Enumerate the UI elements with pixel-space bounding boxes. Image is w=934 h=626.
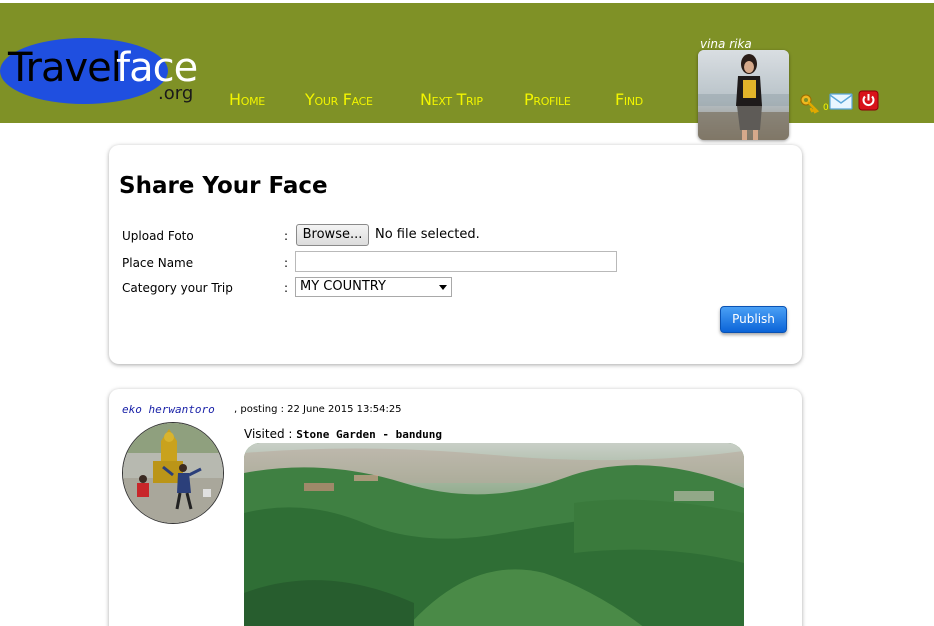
category-select[interactable]: MY COUNTRY — [295, 277, 452, 297]
power-icon[interactable] — [858, 90, 879, 111]
page-title: Share Your Face — [119, 173, 328, 199]
visited-line: Visited : Stone Garden - bandung — [244, 427, 442, 441]
post-timestamp: , posting : 22 June 2015 13:54:25 — [234, 404, 402, 415]
post-photo[interactable] — [244, 443, 744, 626]
nav-your-face[interactable]: Your Face — [305, 89, 373, 111]
mail-icon[interactable] — [829, 91, 853, 111]
logo-text-org: .org — [158, 83, 194, 104]
post-author-link[interactable]: eko herwantoro — [122, 403, 215, 416]
publish-button[interactable]: Publish — [720, 306, 787, 333]
visited-label: Visited : — [244, 427, 297, 441]
nav-profile[interactable]: Profile — [524, 89, 571, 111]
nav-find[interactable]: Find — [615, 89, 643, 111]
header-bar: Travel face .org Home Your Face Next Tri… — [0, 3, 934, 123]
place-name-label: Place Name — [122, 256, 194, 270]
logo-text-travel: Travel — [8, 45, 122, 91]
user-name[interactable]: vina rika — [700, 37, 752, 51]
file-status-text: No file selected. — [375, 227, 480, 242]
browse-button[interactable]: Browse... — [296, 224, 369, 246]
nav-next-trip[interactable]: Next Trip — [420, 89, 483, 111]
notification-count: 0 — [823, 103, 829, 113]
user-avatar[interactable] — [698, 50, 789, 140]
upload-foto-label: Upload Foto — [122, 229, 194, 243]
field-separator: : — [284, 256, 289, 270]
post-card: eko herwantoro , posting : 22 June 2015 … — [109, 389, 802, 626]
category-label: Category your Trip — [122, 281, 233, 295]
site-logo[interactable]: Travel face .org — [0, 36, 205, 108]
field-separator: : — [284, 281, 289, 295]
category-selected-value: MY COUNTRY — [300, 279, 386, 294]
chevron-down-icon — [439, 285, 447, 290]
key-icon[interactable] — [799, 92, 821, 114]
nav-home[interactable]: Home — [229, 89, 265, 111]
share-face-card: Share Your Face Upload Foto : Browse... … — [109, 145, 802, 364]
author-avatar[interactable] — [122, 422, 224, 524]
place-name-input[interactable] — [295, 251, 617, 272]
field-separator: : — [284, 229, 289, 243]
visited-place[interactable]: Stone Garden - bandung — [296, 428, 442, 441]
